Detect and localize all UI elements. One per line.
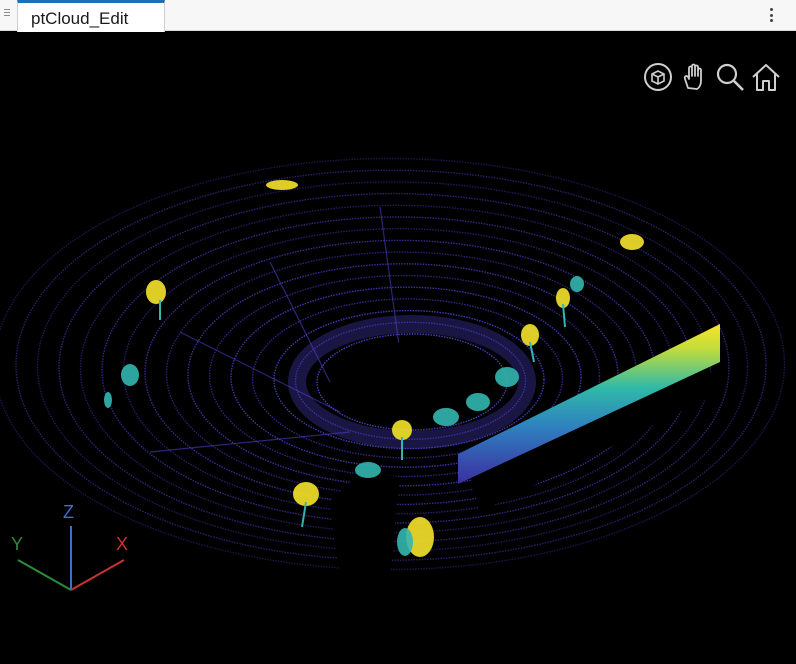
zoom-icon[interactable] — [714, 60, 746, 94]
y-axis-label: Y — [11, 534, 24, 554]
point-cloud-viewport[interactable]: Z Y X — [0, 32, 796, 664]
object-cluster — [620, 234, 644, 250]
object-cluster — [146, 280, 166, 304]
object-cluster — [121, 364, 139, 386]
object-cluster — [495, 367, 519, 387]
home-icon[interactable] — [750, 60, 782, 94]
x-axis-label: X — [116, 534, 129, 554]
shadow-bottom — [330, 472, 400, 577]
pan-hand-icon[interactable] — [678, 60, 710, 94]
object-cluster — [397, 528, 413, 556]
rotate-3d-icon[interactable] — [642, 60, 674, 94]
z-axis-label: Z — [63, 502, 74, 522]
center-void — [332, 342, 492, 422]
y-axis-line — [17, 559, 72, 591]
ground-radial-line — [149, 431, 351, 453]
tab-bar: ptCloud_Edit — [0, 0, 796, 32]
object-cluster — [266, 180, 298, 190]
object-cluster — [355, 462, 381, 478]
object-cluster — [104, 392, 112, 408]
axes-triad: Z Y X — [10, 502, 140, 602]
axes-toolbar — [642, 60, 782, 94]
x-axis-line — [70, 559, 125, 591]
drag-grip-icon[interactable] — [4, 9, 10, 19]
more-options-icon[interactable] — [770, 8, 774, 23]
tab-ptcloud-edit[interactable]: ptCloud_Edit — [17, 0, 165, 32]
object-cluster — [466, 393, 490, 411]
object-cluster — [570, 276, 584, 292]
tab-title: ptCloud_Edit — [31, 9, 129, 28]
object-cluster — [433, 408, 459, 426]
